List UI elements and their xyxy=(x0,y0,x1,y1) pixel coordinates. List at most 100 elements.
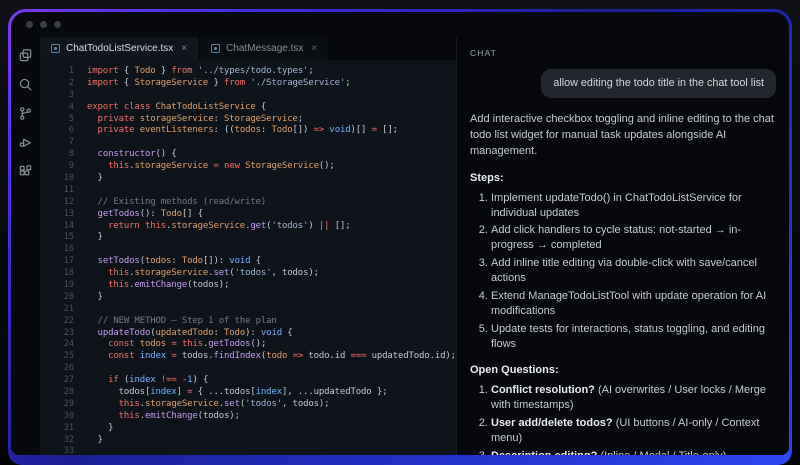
step-item: Add click handlers to cycle status: not-… xyxy=(491,223,776,253)
tab-ChatTodoListService.tsx[interactable]: ChatTodoListService.tsx × xyxy=(40,37,198,60)
code-line: 25 const index = todos.findIndex(todo =>… xyxy=(40,350,456,362)
code-line: 32 } xyxy=(40,434,456,446)
window-control-dot[interactable] xyxy=(40,21,47,28)
code-line: 17 setTodos(todos: Todo[]): void { xyxy=(40,255,456,267)
line-number: 11 xyxy=(40,185,74,195)
line-number: 27 xyxy=(40,375,74,385)
line-number: 22 xyxy=(40,316,74,326)
code-line: 27 if (index !== -1) { xyxy=(40,374,456,386)
assistant-intro-text: Add interactive checkbox toggling and in… xyxy=(470,111,776,159)
line-number: 32 xyxy=(40,435,74,445)
main-area: ChatTodoListService.tsx × ChatMessage.tsx ×… xyxy=(11,37,789,455)
line-number: 31 xyxy=(40,423,74,433)
line-number: 5 xyxy=(40,114,74,124)
code-editor[interactable]: 1import { Todo } from '../types/todo.typ… xyxy=(40,60,456,455)
code-line: 15 } xyxy=(40,231,456,243)
code-line: 19 this.emitChange(todos); xyxy=(40,279,456,291)
run-icon[interactable] xyxy=(17,134,34,151)
code-line: 3 xyxy=(40,89,456,101)
line-number: 12 xyxy=(40,197,74,207)
window-control-dot[interactable] xyxy=(54,21,61,28)
editor-pane: ChatTodoListService.tsx × ChatMessage.tsx ×… xyxy=(40,37,456,455)
line-number: 25 xyxy=(40,351,74,361)
steps-list: Implement updateTodo() in ChatTodoListSe… xyxy=(470,191,776,353)
activity-bar xyxy=(11,37,40,455)
tab-label: ChatTodoListService.tsx xyxy=(66,43,173,54)
code-line: 26 xyxy=(40,362,456,374)
steps-heading: Steps: xyxy=(470,172,776,184)
line-number: 8 xyxy=(40,149,74,159)
code-line: 33 xyxy=(40,446,456,456)
code-line: 10 } xyxy=(40,172,456,184)
chat-panel: CHAT allow editing the todo title in the… xyxy=(456,37,789,455)
step-item: Implement updateTodo() in ChatTodoListSe… xyxy=(491,191,776,221)
code-line: 11 xyxy=(40,184,456,196)
line-number: 24 xyxy=(40,339,74,349)
code-line: 9 this.storageService = new StorageServi… xyxy=(40,160,456,172)
app-window: ChatTodoListService.tsx × ChatMessage.tsx ×… xyxy=(11,12,789,455)
code-line: 21 xyxy=(40,303,456,315)
tab-ChatMessage.tsx[interactable]: ChatMessage.tsx × xyxy=(200,37,328,60)
file-icon xyxy=(51,44,60,53)
tab-label: ChatMessage.tsx xyxy=(226,43,303,54)
tab-bar: ChatTodoListService.tsx × ChatMessage.tsx × xyxy=(40,37,456,60)
line-number: 10 xyxy=(40,173,74,183)
line-number: 9 xyxy=(40,161,74,171)
code-line: 23 updateTodo(updatedTodo: Todo): void { xyxy=(40,327,456,339)
file-icon xyxy=(211,44,220,53)
questions-heading: Open Questions: xyxy=(470,364,776,376)
code-line: 5 private storageService: StorageService… xyxy=(40,113,456,125)
code-line: 2import { StorageService } from './Stora… xyxy=(40,77,456,89)
line-number: 29 xyxy=(40,399,74,409)
code-line: 7 xyxy=(40,136,456,148)
code-line: 22 // NEW METHOD — Step 1 of the plan xyxy=(40,315,456,327)
code-line: 30 this.emitChange(todos); xyxy=(40,410,456,422)
code-line: 1import { Todo } from '../types/todo.typ… xyxy=(40,65,456,77)
search-icon[interactable] xyxy=(17,76,34,93)
code-line: 12 // Existing methods (read/write) xyxy=(40,196,456,208)
line-number: 6 xyxy=(40,125,74,135)
line-number: 26 xyxy=(40,363,74,373)
line-number: 2 xyxy=(40,78,74,88)
chat-panel-title: CHAT xyxy=(470,48,776,58)
title-bar xyxy=(11,12,789,37)
git-branch-icon[interactable] xyxy=(17,105,34,122)
window-frame: ChatTodoListService.tsx × ChatMessage.tsx ×… xyxy=(8,9,792,465)
line-number: 3 xyxy=(40,90,74,100)
code-line: 28 todos[index] = { ...todos[index], ...… xyxy=(40,386,456,398)
line-number: 7 xyxy=(40,137,74,147)
code-line: 4export class ChatTodoListService { xyxy=(40,101,456,113)
code-line: 14 return this.storageService.get('todos… xyxy=(40,220,456,232)
question-item: User add/delete todos? (UI buttons / AI-… xyxy=(491,416,776,446)
question-item: Conflict resolution? (AI overwrites / Us… xyxy=(491,383,776,413)
line-number: 33 xyxy=(40,446,74,455)
line-number: 20 xyxy=(40,292,74,302)
code-line: 6 private eventListeners: ((todos: Todo[… xyxy=(40,124,456,136)
line-number: 28 xyxy=(40,387,74,397)
window-control-dot[interactable] xyxy=(26,21,33,28)
line-number: 30 xyxy=(40,411,74,421)
code-line: 13 getTodos(): Todo[] { xyxy=(40,208,456,220)
code-line: 18 this.storageService.set('todos', todo… xyxy=(40,267,456,279)
close-icon[interactable]: × xyxy=(311,43,317,54)
line-number: 21 xyxy=(40,304,74,314)
close-icon[interactable]: × xyxy=(181,43,187,54)
line-number: 16 xyxy=(40,244,74,254)
line-number: 4 xyxy=(40,102,74,112)
line-number: 13 xyxy=(40,209,74,219)
questions-list: Conflict resolution? (AI overwrites / Us… xyxy=(470,383,776,455)
code-line: 31 } xyxy=(40,422,456,434)
code-line: 8 constructor() { xyxy=(40,148,456,160)
user-message-bubble: allow editing the todo title in the chat… xyxy=(541,69,776,98)
line-number: 1 xyxy=(40,66,74,76)
copy-icon[interactable] xyxy=(17,47,34,64)
code-line: 16 xyxy=(40,243,456,255)
code-line: 24 const todos = this.getTodos(); xyxy=(40,338,456,350)
line-number: 18 xyxy=(40,268,74,278)
line-number: 23 xyxy=(40,328,74,338)
line-number: 17 xyxy=(40,256,74,266)
step-item: Extend ManageTodoListTool with update op… xyxy=(491,289,776,319)
question-item: Description editing? (Inline / Modal / T… xyxy=(491,449,776,455)
line-number: 15 xyxy=(40,232,74,242)
extensions-icon[interactable] xyxy=(17,163,34,180)
